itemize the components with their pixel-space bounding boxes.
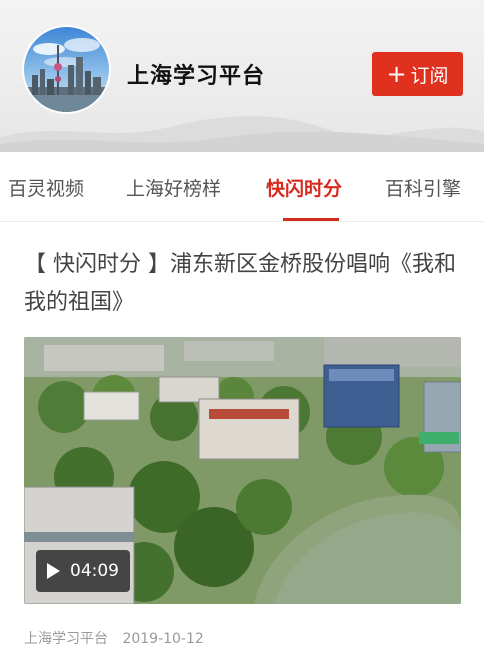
subscribe-button[interactable]: + 订阅 — [372, 52, 463, 96]
article-meta: 上海学习平台 2019-10-12 — [24, 628, 204, 648]
skyline-image — [24, 38, 109, 112]
article-title[interactable]: 【 快闪时分 】浦东新区金桥股份唱响《我和我的祖国》 — [24, 246, 464, 322]
channel-header: 上海学习平台 + 订阅 — [0, 0, 484, 152]
channel-name: 上海学习平台 — [127, 64, 266, 89]
channel-avatar[interactable] — [24, 27, 109, 112]
duration-text: 04:09 — [70, 561, 119, 581]
video-duration-badge[interactable]: 04:09 — [36, 550, 130, 592]
plus-icon: + — [386, 60, 407, 88]
subscribe-label: 订阅 — [410, 64, 449, 87]
play-icon — [47, 563, 60, 579]
article-source: 上海学习平台 — [24, 631, 108, 647]
article-date: 2019-10-12 — [122, 631, 204, 647]
tab-flash-mob[interactable]: 快闪时分 — [266, 174, 342, 201]
active-tab-indicator — [283, 218, 339, 221]
tab-encyclopedia[interactable]: 百科引擎 — [385, 174, 461, 201]
tab-shanghai-role-models[interactable]: 上海好榜样 — [126, 174, 221, 201]
tab-bailing-video[interactable]: 百灵视频 — [8, 174, 84, 201]
category-tabs: 百灵视频 上海好榜样 快闪时分 百科引擎 — [0, 152, 484, 222]
